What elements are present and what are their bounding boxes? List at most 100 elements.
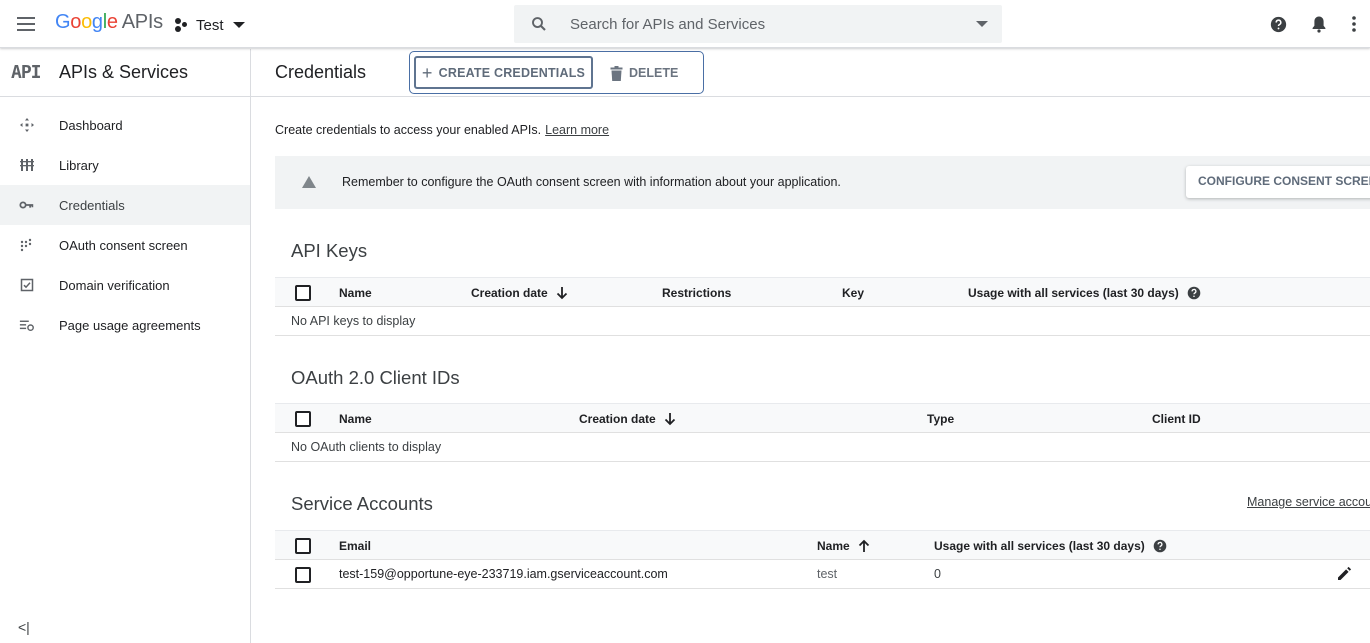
arrow-down-icon [664,413,675,426]
top-bar: Google APIs Test [0,0,1370,48]
search-icon [532,17,546,31]
column-header-restrictions[interactable]: Restrictions [662,286,731,300]
intro-text: Create credentials to access your enable… [275,123,609,137]
column-header-label: Creation date [471,286,548,300]
table-empty-row: No OAuth clients to display [275,433,1370,462]
trash-icon [610,65,623,81]
main-content: Credentials + CREATE CREDENTIALS DELETE … [251,49,1370,643]
chevron-down-icon [232,22,245,28]
delete-button[interactable]: DELETE [610,61,678,85]
column-header-name[interactable]: Name [339,412,372,426]
column-header-name[interactable]: Name [817,539,870,553]
delete-label: DELETE [629,66,679,80]
column-header-usage[interactable]: Usage with all services (last 30 days) [934,539,1167,553]
sidebar-item-label: Page usage agreements [59,317,201,333]
project-dots-icon [174,17,190,33]
row-checkbox[interactable] [295,567,311,583]
sidebar-item-label: Credentials [59,197,125,213]
library-icon [19,157,35,173]
create-credentials-label: CREATE CREDENTIALS [438,65,586,80]
column-header-key[interactable]: Key [842,286,864,300]
consent-warning-banner: Remember to configure the OAuth consent … [275,156,1370,209]
collapse-sidebar-icon[interactable]: <| [18,619,34,635]
column-header-label: Creation date [579,412,656,426]
arrow-down-icon [556,287,567,300]
api-logo-icon: API [11,62,42,83]
banner-message: Remember to configure the OAuth consent … [342,175,841,189]
column-header-name[interactable]: Name [339,286,372,300]
table-row[interactable]: test-159@opportune-eye-233719.iam.gservi… [275,560,1370,589]
select-all-checkbox[interactable] [295,538,311,554]
page-title: Credentials [275,62,367,82]
service-account-usage: 0 [934,567,941,581]
dashboard-icon [19,117,35,133]
select-all-checkbox[interactable] [295,411,311,427]
column-header-email[interactable]: Email [339,539,371,553]
search-dropdown-icon[interactable] [976,21,988,27]
column-header-creation-date[interactable]: Creation date [471,286,568,300]
oauth-clients-title: OAuth 2.0 Client IDs [291,367,460,388]
manage-service-accounts-link[interactable]: Manage service accounts [1247,495,1370,509]
select-all-checkbox[interactable] [295,285,311,301]
table-header: Name Creation date Restrictions Key Usag… [275,277,1370,307]
empty-message: No OAuth clients to display [291,440,442,454]
column-header-label: Name [817,539,850,553]
learn-more-link[interactable]: Learn more [545,123,609,137]
oauth-clients-table: Name Creation date Type Client ID No OAu… [275,403,1370,462]
google-apis-logo[interactable]: Google APIs [55,11,163,34]
column-header-label: Usage with all services (last 30 days) [934,539,1145,553]
sidebar-nav: Dashboard Library Credentials OAuth cons… [0,97,250,345]
column-header-creation-date[interactable]: Creation date [579,412,676,426]
intro-description: Create credentials to access your enable… [275,123,542,137]
column-header-type[interactable]: Type [927,412,954,426]
key-icon [19,197,35,213]
column-header-client-id[interactable]: Client ID [1152,412,1201,426]
help-icon[interactable] [1270,16,1287,33]
service-account-name: test [817,567,838,581]
table-empty-row: No API keys to display [275,307,1370,336]
sidebar-item-label: OAuth consent screen [59,237,188,253]
api-keys-title: API Keys [291,240,368,261]
warning-icon [302,176,316,188]
action-button-group: + CREATE CREDENTIALS DELETE [409,51,704,94]
consent-icon [19,237,35,253]
edit-pencil-icon[interactable] [1337,566,1352,581]
empty-message: No API keys to display [291,314,416,328]
search-bar[interactable] [514,5,1002,43]
column-header-usage[interactable]: Usage with all services (last 30 days) [968,286,1201,300]
sidebar-item-credentials[interactable]: Credentials [0,185,250,225]
checkbox-icon [19,277,35,293]
service-accounts-table: Email Name Usage with all services (last… [275,530,1370,589]
service-accounts-title: Service Accounts [291,493,433,514]
api-keys-table: Name Creation date Restrictions Key Usag… [275,277,1370,336]
arrow-up-icon [858,539,869,552]
menu-icon[interactable] [14,12,38,36]
project-selector[interactable]: Test [174,14,245,36]
sidebar-item-oauth-consent[interactable]: OAuth consent screen [0,225,250,265]
service-account-email: test-159@opportune-eye-233719.iam.gservi… [339,567,668,581]
sidebar-item-library[interactable]: Library [0,145,250,185]
help-icon[interactable] [1153,539,1167,553]
table-header: Name Creation date Type Client ID [275,403,1370,433]
project-name: Test [196,16,224,34]
sidebar-item-label: Library [59,157,99,173]
table-header: Email Name Usage with all services (last… [275,530,1370,560]
sidebar-item-label: Dashboard [59,117,123,133]
page-header: Credentials + CREATE CREDENTIALS DELETE [251,49,1370,97]
settings-list-icon [19,317,35,333]
sidebar-item-domain-verification[interactable]: Domain verification [0,265,250,305]
plus-icon: + [421,62,433,83]
create-credentials-button[interactable]: + CREATE CREDENTIALS [414,56,593,89]
sidebar-item-dashboard[interactable]: Dashboard [0,105,250,145]
sidebar: API APIs & Services Dashboard Library Cr… [0,49,251,643]
sidebar-header: API APIs & Services [0,49,250,97]
sidebar-item-label: Domain verification [59,277,170,293]
search-input[interactable] [570,15,976,33]
sidebar-title: APIs & Services [59,62,189,82]
help-icon[interactable] [1187,286,1201,300]
more-vert-icon[interactable] [1352,16,1356,32]
sidebar-item-page-usage[interactable]: Page usage agreements [0,305,250,345]
column-header-label: Usage with all services (last 30 days) [968,286,1179,300]
configure-consent-screen-button[interactable]: CONFIGURE CONSENT SCREEN [1186,166,1370,198]
notifications-bell-icon[interactable] [1311,15,1327,33]
